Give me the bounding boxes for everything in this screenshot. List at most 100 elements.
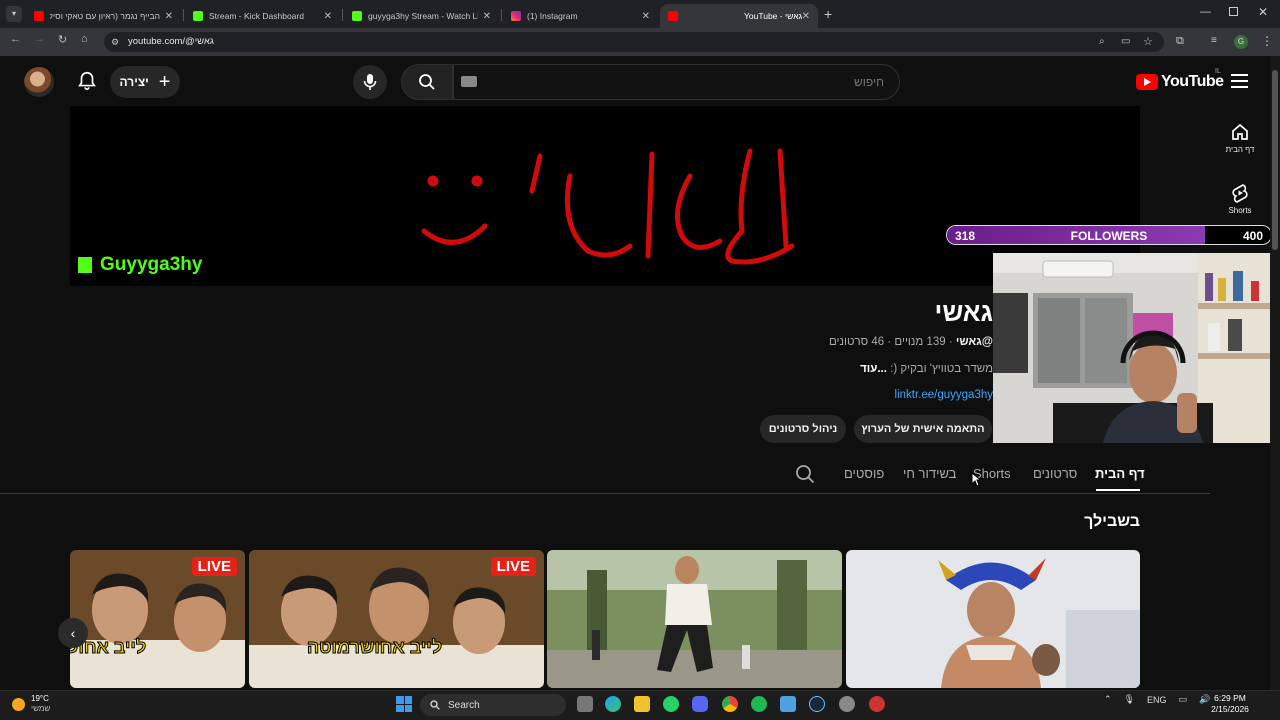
minimize-window-button[interactable]: —: [1200, 6, 1211, 18]
maximize-window-button[interactable]: [1229, 7, 1238, 16]
kick-favicon-icon: [352, 11, 362, 21]
close-tab-icon[interactable]: ✕: [165, 11, 173, 22]
browser-tab[interactable]: guyyga3hy Stream - Watch Live ✕: [344, 4, 499, 28]
notifications-bell-icon[interactable]: [76, 70, 98, 92]
steam-icon[interactable]: [809, 696, 825, 712]
chevron-left-icon: ‹: [70, 625, 76, 641]
file-explorer-icon[interactable]: [634, 696, 650, 712]
video-thumbnail[interactable]: [547, 550, 842, 688]
search-field[interactable]: [453, 64, 900, 100]
youtube-logo[interactable]: YouTube: [1136, 71, 1224, 93]
media-control-icon[interactable]: ≡: [1211, 35, 1217, 46]
taskbar-clock[interactable]: 6:29 PM 2/15/2026: [1205, 693, 1255, 715]
browser-tab[interactable]: (1) Instagram ✕: [503, 4, 658, 28]
video-thumbnail[interactable]: [846, 550, 1140, 688]
task-view-icon[interactable]: [577, 696, 593, 712]
network-icon[interactable]: ▭: [1179, 694, 1188, 705]
channel-description[interactable]: משדר בטוויץ' ובקיק (: ...עוד: [700, 363, 993, 375]
video-thumbnail[interactable]: LIVE לייב אחוש: [70, 550, 245, 688]
customize-channel-button[interactable]: התאמה אישית של הערוץ: [854, 415, 992, 443]
tab-live[interactable]: בשידור חי: [903, 466, 956, 481]
video-thumbnail[interactable]: LIVE לייב אחושרמוטה: [249, 550, 544, 688]
browser-tab-strip: ▾ הבייף נגמר (ראיון עם טאקי וסיל: ✕ Stre…: [0, 0, 1280, 28]
create-label: יצירה: [119, 75, 149, 89]
weather-condition: שמשי: [31, 704, 51, 713]
microphone-tray-icon[interactable]: 🎙: [1124, 694, 1135, 705]
followers-label: FOLLOWERS: [1070, 229, 1148, 243]
zoom-icon[interactable]: ⌕: [1099, 36, 1105, 47]
profile-avatar[interactable]: G: [1234, 35, 1248, 49]
cast-icon[interactable]: ▭: [1121, 36, 1130, 47]
bookmark-star-icon[interactable]: ☆: [1143, 35, 1153, 48]
app-icon[interactable]: [869, 696, 885, 712]
guide-menu-icon[interactable]: [1231, 74, 1248, 88]
webcam-scene-image: [993, 253, 1280, 443]
browser-tab-active[interactable]: YouTube - גאשי ✕: [660, 4, 818, 28]
kick-username: Guyyga3hy: [100, 254, 203, 275]
edge-icon[interactable]: [605, 696, 621, 712]
active-tab-indicator: [1096, 489, 1140, 491]
tab-videos[interactable]: סרטונים: [1033, 466, 1077, 481]
extensions-icon[interactable]: ⧉: [1176, 35, 1184, 48]
taskbar-search[interactable]: Search: [420, 694, 566, 716]
keyboard-language[interactable]: ENG: [1147, 695, 1167, 705]
kick-favicon-icon: [193, 11, 203, 21]
channel-external-link[interactable]: linktr.ee/guyyga3hy: [700, 389, 993, 401]
channel-search-icon[interactable]: [795, 464, 815, 484]
notepad-icon[interactable]: [780, 696, 796, 712]
close-tab-icon[interactable]: ✕: [642, 11, 650, 22]
followers-goal-bar: 318 FOLLOWERS 400: [946, 225, 1272, 245]
guide-item-shorts[interactable]: Shorts: [1220, 183, 1260, 215]
home-button-icon[interactable]: ⌂: [81, 33, 88, 45]
tab-home[interactable]: דף הבית: [1095, 466, 1145, 481]
weather-widget[interactable]: 19°C שמשי: [12, 694, 50, 714]
browser-menu-icon[interactable]: ⋮: [1261, 34, 1273, 48]
voice-search-button[interactable]: [353, 65, 387, 99]
spotify-icon[interactable]: [751, 696, 767, 712]
discord-icon[interactable]: [692, 696, 708, 712]
tab-title: YouTube - גאשי: [744, 11, 803, 21]
keyboard-icon[interactable]: [461, 76, 477, 87]
system-tray[interactable]: ⌃ 🎙 ENG ▭ 🔊: [1104, 694, 1210, 705]
site-info-icon[interactable]: ⚙: [111, 37, 119, 48]
settings-gear-icon[interactable]: [839, 696, 855, 712]
tab-title: הבייף נגמר (ראיון עם טאקי וסיל:: [50, 11, 160, 21]
guide-label: דף הבית: [1225, 145, 1255, 154]
search-button[interactable]: [401, 64, 453, 100]
tab-search-button[interactable]: ▾: [6, 6, 22, 22]
shorts-icon: [1232, 184, 1248, 203]
search-input[interactable]: [484, 65, 884, 99]
live-badge: LIVE: [191, 557, 237, 576]
close-tab-icon[interactable]: ✕: [802, 11, 810, 22]
scrollbar-thumb[interactable]: [1272, 70, 1278, 250]
back-arrow-icon[interactable]: ←: [10, 33, 21, 45]
channel-stats: · 139 מנויים · 46 סרטונים: [828, 336, 956, 348]
thumbnail-image: [846, 550, 1140, 688]
close-tab-icon[interactable]: ✕: [483, 11, 491, 22]
tab-title: (1) Instagram: [527, 11, 578, 21]
windows-start-icon[interactable]: [396, 696, 412, 712]
address-bar[interactable]: [104, 32, 1164, 52]
browser-tab[interactable]: Stream - Kick Dashboard ✕: [185, 4, 340, 28]
close-window-button[interactable]: ✕: [1258, 5, 1268, 19]
tab-posts[interactable]: פוסטים: [844, 466, 884, 481]
whatsapp-icon[interactable]: [663, 696, 679, 712]
browser-tab[interactable]: הבייף נגמר (ראיון עם טאקי וסיל: ✕: [26, 4, 181, 28]
kick-overlay-username: Guyyga3hy: [78, 254, 202, 276]
chevron-up-icon[interactable]: ⌃: [1104, 694, 1112, 705]
mouse-cursor-icon: [971, 472, 981, 487]
reload-icon[interactable]: ↻: [58, 33, 67, 46]
manage-videos-button[interactable]: ניהול סרטונים: [760, 415, 846, 443]
carousel-previous-button[interactable]: ‹: [58, 618, 88, 648]
create-button[interactable]: יצירה +: [110, 66, 180, 98]
new-tab-button[interactable]: +: [824, 6, 832, 22]
banner-handwritten-art: [421, 148, 795, 265]
close-tab-icon[interactable]: ✕: [324, 11, 332, 22]
more-link[interactable]: ...עוד: [860, 363, 887, 375]
account-avatar[interactable]: [24, 67, 54, 97]
chrome-icon[interactable]: [722, 696, 738, 712]
guide-item-home[interactable]: דף הבית: [1220, 122, 1260, 154]
url-text: youtube.com/@גאשי: [128, 36, 214, 47]
youtube-wordmark: YouTube: [1161, 73, 1224, 90]
forward-arrow-icon[interactable]: →: [34, 33, 45, 45]
